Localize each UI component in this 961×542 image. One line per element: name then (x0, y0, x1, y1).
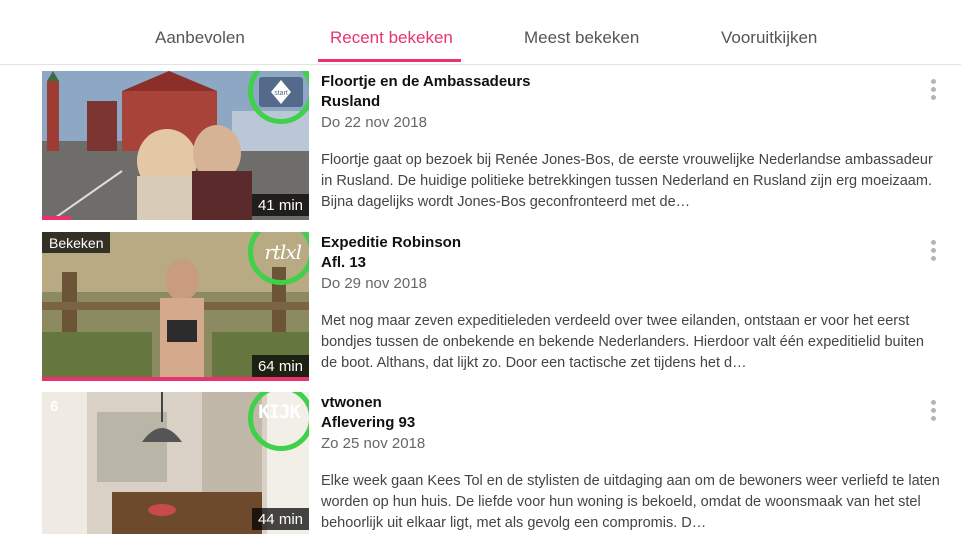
item-info[interactable]: Floortje en de Ambassadeurs Rusland Do 2… (321, 71, 933, 213)
tab-aanbevolen[interactable]: Aanbevolen (155, 28, 245, 48)
list-item[interactable]: start 41 min Floortje en de Ambassadeurs… (42, 71, 937, 221)
video-thumbnail[interactable]: 6 KIJK 44 min (42, 392, 309, 534)
item-subtitle: Rusland (321, 93, 381, 110)
more-options-icon[interactable] (929, 79, 937, 105)
tab-vooruitkijken[interactable]: Vooruitkijken (721, 28, 817, 48)
list-item[interactable]: 6 KIJK 44 min vtwonen Aflevering 93 Zo 2… (42, 392, 940, 542)
item-info[interactable]: vtwonen Aflevering 93 Zo 25 nov 2018 Elk… (321, 392, 940, 534)
tab-bar: Aanbevolen Recent bekeken Meest bekeken … (0, 0, 961, 65)
more-options-icon[interactable] (929, 240, 937, 266)
item-subtitle: Afl. 13 (321, 254, 367, 271)
item-description: Elke week gaan Kees Tol en de stylisten … (321, 473, 940, 531)
watch-progress-bar (42, 377, 309, 381)
item-title: Floortje en de Ambassadeurs (321, 73, 531, 90)
duration-badge: 64 min (251, 355, 309, 377)
item-date: Do 22 nov 2018 (321, 114, 427, 131)
item-info[interactable]: Expeditie Robinson Afl. 13 Do 29 nov 201… (321, 232, 924, 374)
list-item[interactable]: Bekeken rtlxl 64 min Expeditie Robinson … (42, 232, 937, 382)
channel-6-icon: 6 (50, 398, 59, 415)
video-thumbnail[interactable]: start 41 min (42, 71, 309, 220)
duration-badge: 41 min (251, 194, 309, 216)
item-description: Met nog maar zeven expeditieleden verdee… (321, 313, 924, 371)
item-description: Floortje gaat op bezoek bij Renée Jones-… (321, 152, 933, 210)
watch-progress-bar (42, 216, 72, 220)
item-date: Zo 25 nov 2018 (321, 435, 426, 452)
video-thumbnail[interactable]: Bekeken rtlxl 64 min (42, 232, 309, 381)
active-tab-indicator (318, 59, 461, 62)
tab-recent-bekeken[interactable]: Recent bekeken (330, 28, 453, 48)
item-title: vtwonen (321, 394, 382, 411)
more-options-icon[interactable] (929, 400, 937, 426)
item-date: Do 29 nov 2018 (321, 275, 427, 292)
watched-badge: Bekeken (42, 232, 111, 253)
tab-meest-bekeken[interactable]: Meest bekeken (524, 28, 639, 48)
duration-badge: 44 min (251, 508, 309, 530)
item-subtitle: Aflevering 93 (321, 414, 416, 431)
item-title: Expeditie Robinson (321, 234, 462, 251)
